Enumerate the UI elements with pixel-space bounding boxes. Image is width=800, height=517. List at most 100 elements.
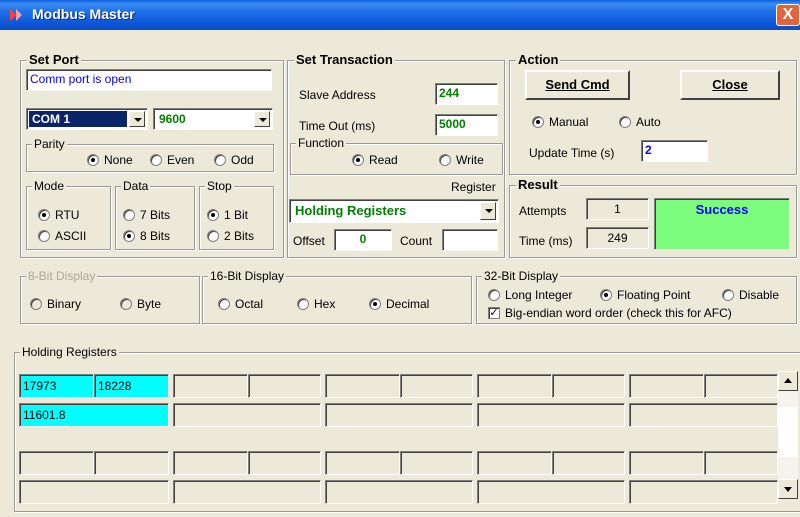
- display32-disable-radio[interactable]: Disable: [722, 288, 779, 302]
- register-cell[interactable]: [19, 451, 94, 475]
- register-cell[interactable]: 18228: [94, 374, 169, 398]
- register-cell[interactable]: 11601.8: [19, 403, 169, 427]
- register-cell[interactable]: [629, 374, 704, 398]
- scroll-down-arrow-icon[interactable]: [778, 479, 798, 499]
- radio-dot-icon: [38, 209, 50, 221]
- slave-address-input[interactable]: 244: [435, 83, 498, 105]
- mode-ascii-radio[interactable]: ASCII: [38, 229, 86, 243]
- port-dropdown-chevron-icon[interactable]: [129, 111, 145, 127]
- port-value: COM 1: [29, 111, 127, 127]
- big-endian-checkbox[interactable]: ✓ Big-endian word order (check this for A…: [488, 306, 732, 320]
- close-button[interactable]: Close: [680, 70, 780, 100]
- register-cell[interactable]: [477, 374, 552, 398]
- attempts-label: Attempts: [519, 204, 567, 218]
- stop-1bit-radio[interactable]: 1 Bit: [207, 208, 248, 222]
- register-cell[interactable]: [325, 451, 400, 475]
- register-cell[interactable]: [477, 451, 552, 475]
- radio-dot-icon: [218, 298, 230, 310]
- function-write-radio[interactable]: Write: [439, 153, 484, 167]
- parity-none-radio[interactable]: None: [87, 153, 133, 167]
- baud-select[interactable]: 9600: [153, 108, 273, 130]
- register-cell[interactable]: [629, 403, 778, 427]
- auto-radio[interactable]: Auto: [619, 115, 661, 129]
- register-cell[interactable]: [704, 374, 778, 398]
- count-input[interactable]: [442, 229, 498, 251]
- radio-dot-icon: [38, 230, 50, 242]
- radio-dot-icon: [600, 289, 612, 301]
- display16-title: 16-Bit Display: [208, 269, 287, 283]
- register-cell[interactable]: [477, 480, 625, 504]
- register-cell[interactable]: [400, 374, 473, 398]
- display32-float-radio[interactable]: Floating Point: [600, 288, 690, 302]
- offset-input[interactable]: 0: [334, 229, 392, 251]
- display16-octal-radio[interactable]: Octal: [218, 297, 263, 311]
- manual-radio[interactable]: Manual: [532, 115, 588, 129]
- register-cell[interactable]: [477, 403, 625, 427]
- mode-rtu-radio[interactable]: RTU: [38, 208, 79, 222]
- register-cell[interactable]: [94, 451, 169, 475]
- register-cell[interactable]: [248, 451, 321, 475]
- time-label: Time (ms): [519, 234, 573, 248]
- radio-dot-icon: [297, 298, 309, 310]
- radio-dot-icon: [123, 209, 135, 221]
- data-bits-title: Data: [121, 179, 151, 193]
- port-select[interactable]: COM 1: [26, 108, 148, 130]
- display8-byte-radio[interactable]: Byte: [120, 297, 161, 311]
- count-label: Count: [400, 234, 433, 248]
- data-8bits-radio[interactable]: 8 Bits: [123, 229, 170, 243]
- register-select[interactable]: Holding Registers: [289, 199, 499, 223]
- register-cell[interactable]: [325, 480, 473, 504]
- register-cell[interactable]: [325, 374, 400, 398]
- function-read-radio[interactable]: Read: [352, 153, 398, 167]
- register-cell[interactable]: [173, 403, 321, 427]
- display8-binary-radio[interactable]: Binary: [30, 297, 81, 311]
- slave-address-label: Slave Address: [299, 88, 376, 102]
- register-cell[interactable]: [400, 451, 473, 475]
- radio-dot-icon: [207, 209, 219, 221]
- register-cell[interactable]: [325, 403, 473, 427]
- timeout-input[interactable]: 5000: [435, 114, 498, 136]
- title-bar: Modbus Master X: [0, 0, 800, 30]
- register-cell[interactable]: [552, 374, 625, 398]
- radio-dot-icon: [87, 154, 99, 166]
- register-cell[interactable]: [552, 451, 625, 475]
- scroll-thumb[interactable]: [778, 407, 798, 457]
- mode-title: Mode: [32, 179, 67, 193]
- parity-title: Parity: [32, 137, 67, 151]
- radio-dot-icon: [150, 154, 162, 166]
- register-cell[interactable]: [173, 480, 321, 504]
- window-close-button[interactable]: X: [776, 4, 800, 26]
- action-title: Action: [516, 52, 561, 67]
- registers-scrollbar[interactable]: [778, 371, 798, 499]
- parity-even-radio[interactable]: Even: [150, 153, 194, 167]
- radio-dot-icon: [214, 154, 226, 166]
- parity-odd-radio[interactable]: Odd: [214, 153, 254, 167]
- update-time-input[interactable]: 2: [641, 140, 708, 162]
- baud-dropdown-chevron-icon[interactable]: [254, 111, 270, 127]
- register-dropdown-chevron-icon[interactable]: [480, 202, 496, 220]
- radio-dot-icon: [123, 230, 135, 242]
- radio-dot-icon: [532, 116, 544, 128]
- window-title: Modbus Master: [32, 6, 135, 22]
- register-cell[interactable]: [173, 374, 248, 398]
- timeout-label: Time Out (ms): [299, 119, 376, 133]
- update-time-label: Update Time (s): [529, 146, 615, 160]
- display32-long-radio[interactable]: Long Integer: [488, 288, 572, 302]
- register-cell[interactable]: [629, 451, 704, 475]
- send-cmd-button[interactable]: Send Cmd: [525, 70, 630, 100]
- radio-dot-icon: [369, 298, 381, 310]
- data-7bits-radio[interactable]: 7 Bits: [123, 208, 170, 222]
- register-cell[interactable]: 17973: [19, 374, 94, 398]
- register-cell[interactable]: [248, 374, 321, 398]
- register-cell[interactable]: [19, 480, 169, 504]
- port-status-field[interactable]: Comm port is open: [26, 69, 272, 91]
- register-cell[interactable]: [704, 451, 778, 475]
- stop-2bits-radio[interactable]: 2 Bits: [207, 229, 254, 243]
- register-cell[interactable]: [173, 451, 248, 475]
- register-cell[interactable]: [629, 480, 778, 504]
- display16-decimal-radio[interactable]: Decimal: [369, 297, 429, 311]
- scroll-up-arrow-icon[interactable]: [778, 371, 798, 391]
- display16-hex-radio[interactable]: Hex: [297, 297, 335, 311]
- function-title: Function: [296, 136, 347, 150]
- status-badge: Success: [654, 198, 790, 250]
